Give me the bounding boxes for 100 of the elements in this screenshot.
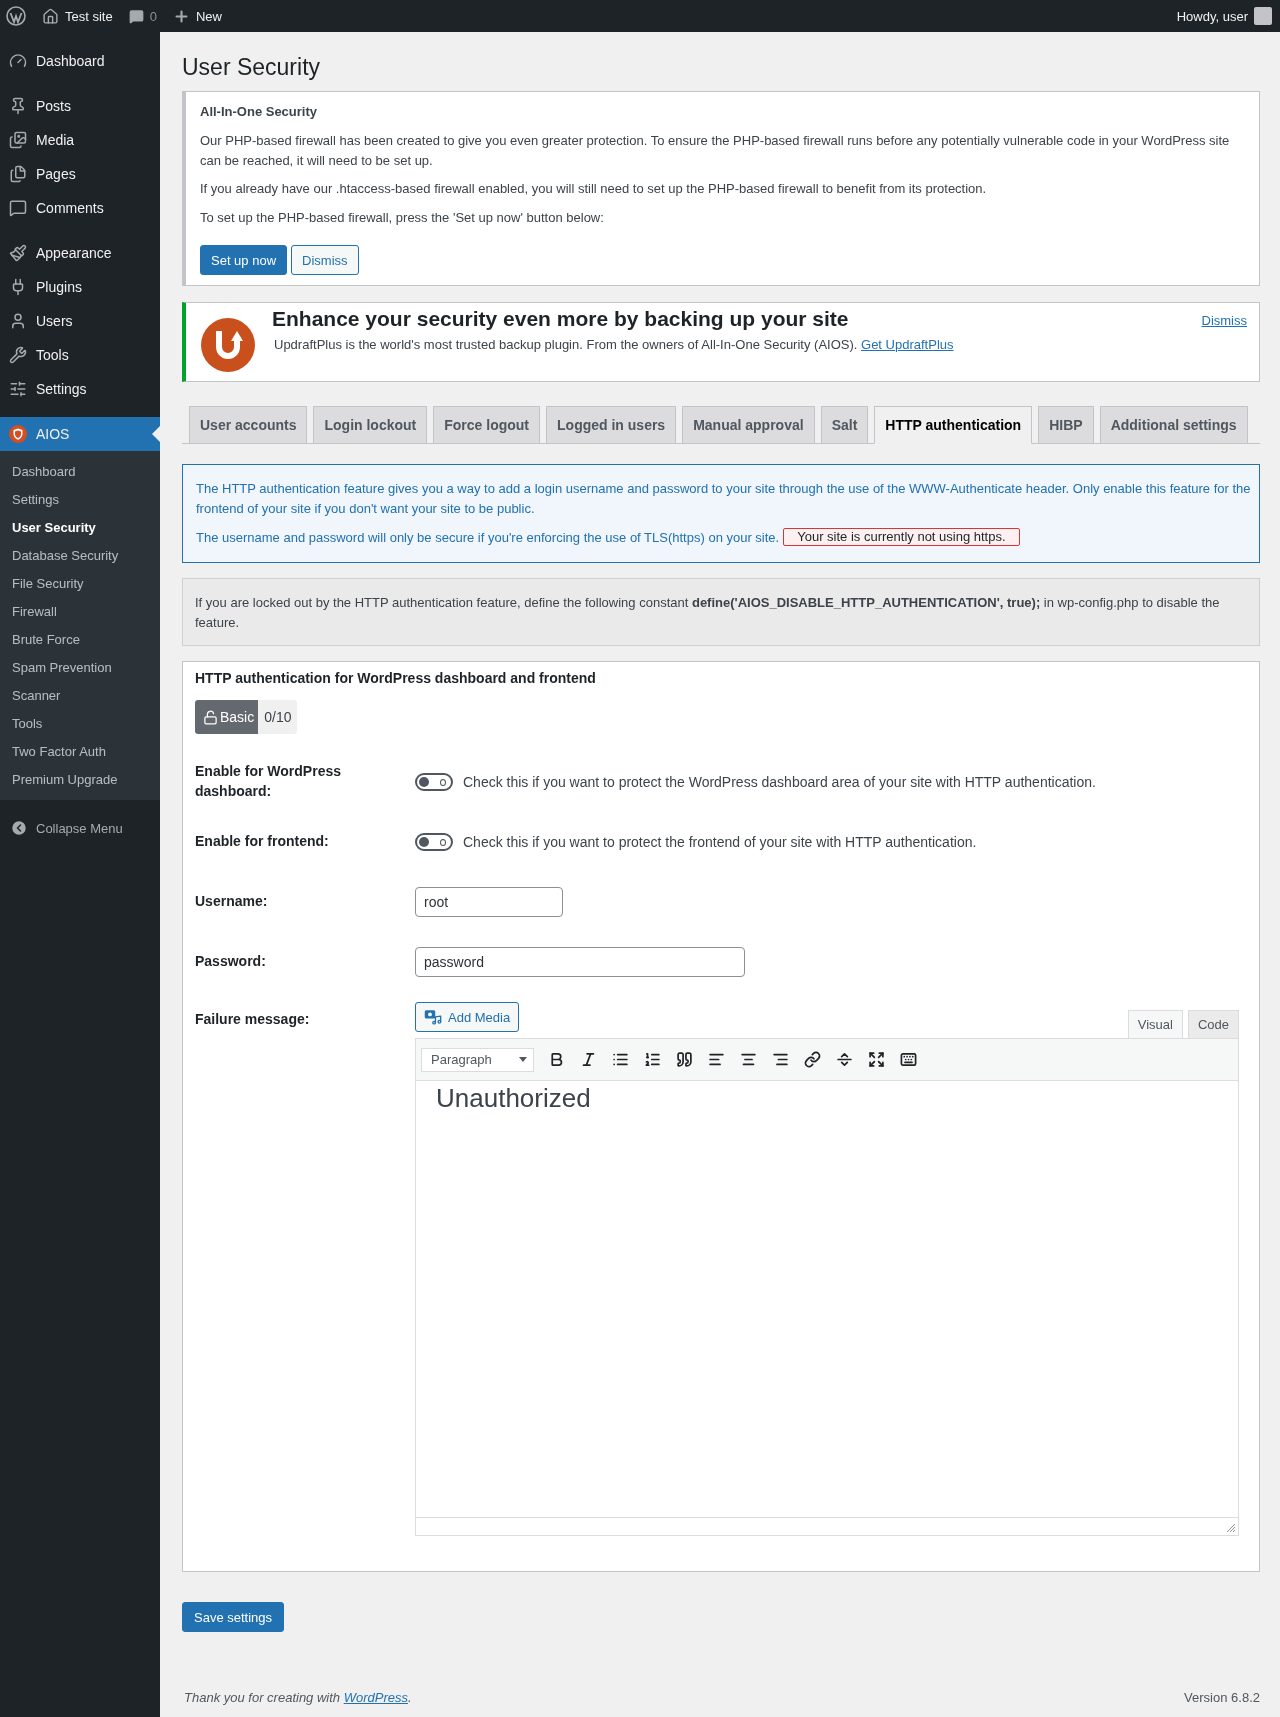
pages-icon <box>9 165 27 183</box>
field-label: Enable for WordPress dashboard: <box>195 762 342 801</box>
shield-logo-icon <box>9 425 27 443</box>
wordpress-link[interactable]: WordPress <box>343 1690 408 1705</box>
set-up-button[interactable]: Set up now <box>200 245 288 275</box>
format-dropdown[interactable]: Paragraph <box>421 1047 534 1072</box>
resize-handle-icon[interactable] <box>1226 1523 1236 1533</box>
sidebar-menu-item[interactable]: Posts <box>0 89 160 123</box>
sidebar-menu-item[interactable]: Plugins <box>0 270 160 304</box>
info-text: The HTTP authentication feature gives you a way to add a login username and password to your site through the use of the WWW-Authenticate header. Only enable this feature for the frontend of your site if you don't want your site to be public. <box>196 480 1251 518</box>
new-content-link[interactable]: New <box>172 7 222 25</box>
panel-title: HTTP authentication for WordPress dashboard and frontend <box>195 670 597 686</box>
comment-icon <box>128 8 144 24</box>
site-name-link[interactable]: Test site <box>42 7 113 25</box>
sidebar-menu-item[interactable]: Media <box>0 123 160 157</box>
submenu-item[interactable]: File Security <box>0 569 160 597</box>
field-label: Failure message: <box>195 1010 311 1029</box>
bullet-list-icon <box>611 1051 629 1068</box>
dismiss-button[interactable]: Dismiss <box>291 245 359 275</box>
menu-label: Posts <box>36 98 71 114</box>
menu-label: Tools <box>36 347 69 363</box>
collapse-menu-button[interactable]: Collapse Menu <box>0 811 160 845</box>
align-right-icon <box>771 1051 789 1068</box>
sliders-icon <box>9 380 27 398</box>
submenu-item[interactable]: Tools <box>0 709 160 737</box>
input-field[interactable]: root <box>415 887 563 917</box>
editor-text: Unauthorized <box>436 1083 592 1114</box>
toggle-switch[interactable] <box>415 773 453 791</box>
wordpress-logo-icon[interactable] <box>6 6 26 26</box>
read-more-icon <box>835 1051 853 1068</box>
sidebar-menu-item[interactable]: Dashboard <box>0 44 160 78</box>
lockout-note: If you are locked out by the HTTP authentication feature, define the following constant define('AIOS_DISABLE_HTTP_AUTHENTICATION', true); in wp-config.php to disable the feature. <box>182 578 1260 646</box>
unlock-icon <box>203 709 218 725</box>
menu-label: Settings <box>36 381 87 397</box>
sidebar-menu-item[interactable]: Tools <box>0 338 160 372</box>
sidebar-menu-item[interactable]: Comments <box>0 191 160 225</box>
submenu-item[interactable]: Firewall <box>0 597 160 625</box>
account-menu[interactable]: Howdy, user <box>1176 7 1272 25</box>
user-icon <box>9 312 27 330</box>
sidebar-menu-item[interactable]: Users <box>0 304 160 338</box>
comments-link[interactable]: 0 <box>128 8 157 24</box>
sidebar-menu-item[interactable]: Settings <box>0 372 160 406</box>
field-description: Check this if you want to protect the frontend of your site with HTTP authentication. <box>463 834 977 850</box>
field-label: Username: <box>195 892 269 912</box>
nav-tab[interactable]: HTTP authentication <box>874 406 1033 444</box>
wrench-icon <box>9 346 27 364</box>
toggle-switch[interactable] <box>415 833 453 851</box>
nav-tab[interactable]: Salt <box>820 406 869 444</box>
gauge-icon <box>9 52 27 70</box>
get-plugin-link[interactable]: Get UpdraftPlus <box>861 337 954 352</box>
save-settings-button[interactable]: Save settings <box>182 1602 285 1632</box>
align-center-icon <box>739 1051 757 1068</box>
submenu-item[interactable]: Premium Upgrade <box>0 765 160 793</box>
https-warning: Your site is currently not using https. <box>783 528 1020 546</box>
notice-title: All-In-One Security <box>200 104 319 119</box>
submenu-item[interactable]: Settings <box>0 485 160 513</box>
nav-tab[interactable]: Login lockout <box>313 406 428 444</box>
sidebar-menu-item[interactable]: Pages <box>0 157 160 191</box>
add-media-button[interactable]: Add Media <box>415 1002 520 1032</box>
menu-label: Media <box>36 132 75 148</box>
submenu-item[interactable]: Database Security <box>0 541 160 569</box>
keyboard-icon <box>899 1051 917 1068</box>
brush-icon <box>9 244 27 262</box>
submenu-item[interactable]: Brute Force <box>0 625 160 653</box>
fullscreen-icon <box>867 1051 885 1068</box>
badge-label: Basic <box>195 700 259 734</box>
version-text: Version 6.8.2 <box>1184 1690 1260 1705</box>
submenu-item[interactable]: Scanner <box>0 681 160 709</box>
nav-tab[interactable]: User accounts <box>189 406 308 444</box>
dismiss-link[interactable]: Dismiss <box>1201 313 1247 328</box>
footer-text: Thank you for creating with WordPress. <box>184 1690 412 1705</box>
menu-label: Dashboard <box>36 53 105 69</box>
sidebar-menu-item[interactable]: AIOS <box>0 417 160 451</box>
media-icon <box>9 131 27 149</box>
promo-text: UpdraftPlus is the world's most trusted backup plugin. From the owners of All-In-One Security (AIOS). Get UpdraftPlus <box>273 337 955 352</box>
sidebar-menu-item[interactable]: Appearance <box>0 236 160 270</box>
info-text: The username and password will only be secure if you're enforcing the use of TLS(https) on your site. <box>196 529 780 545</box>
link-icon <box>803 1051 821 1068</box>
input-field[interactable]: password <box>415 947 745 977</box>
field-label: Password: <box>195 952 267 972</box>
media-icon <box>424 1008 442 1026</box>
submenu-item[interactable]: Spam Prevention <box>0 653 160 681</box>
menu-label: Plugins <box>36 279 82 295</box>
nav-tab[interactable]: Logged in users <box>546 406 677 444</box>
editor-mode-tab[interactable]: Code <box>1187 1010 1239 1038</box>
nav-tab[interactable]: Manual approval <box>682 406 815 444</box>
editor-mode-tab[interactable]: Visual <box>1127 1010 1183 1038</box>
comment-icon <box>9 199 27 217</box>
collapse-icon <box>10 819 28 837</box>
nav-tab[interactable]: Additional settings <box>1099 406 1248 444</box>
nav-tab[interactable]: HIBP <box>1038 406 1094 444</box>
badge-score: 0/10 <box>258 700 298 734</box>
submenu-item[interactable]: User Security <box>0 513 160 541</box>
page-title: User Security <box>182 54 322 81</box>
submenu-item[interactable]: Two Factor Auth <box>0 737 160 765</box>
field-description: Check this if you want to protect the WordPress dashboard area of your site with HTTP authentication. <box>463 774 1096 790</box>
submenu-item[interactable]: Dashboard <box>0 457 160 485</box>
nav-tab[interactable]: Force logout <box>433 406 541 444</box>
menu-label: Users <box>36 313 73 329</box>
backup-logo-icon <box>200 317 256 373</box>
